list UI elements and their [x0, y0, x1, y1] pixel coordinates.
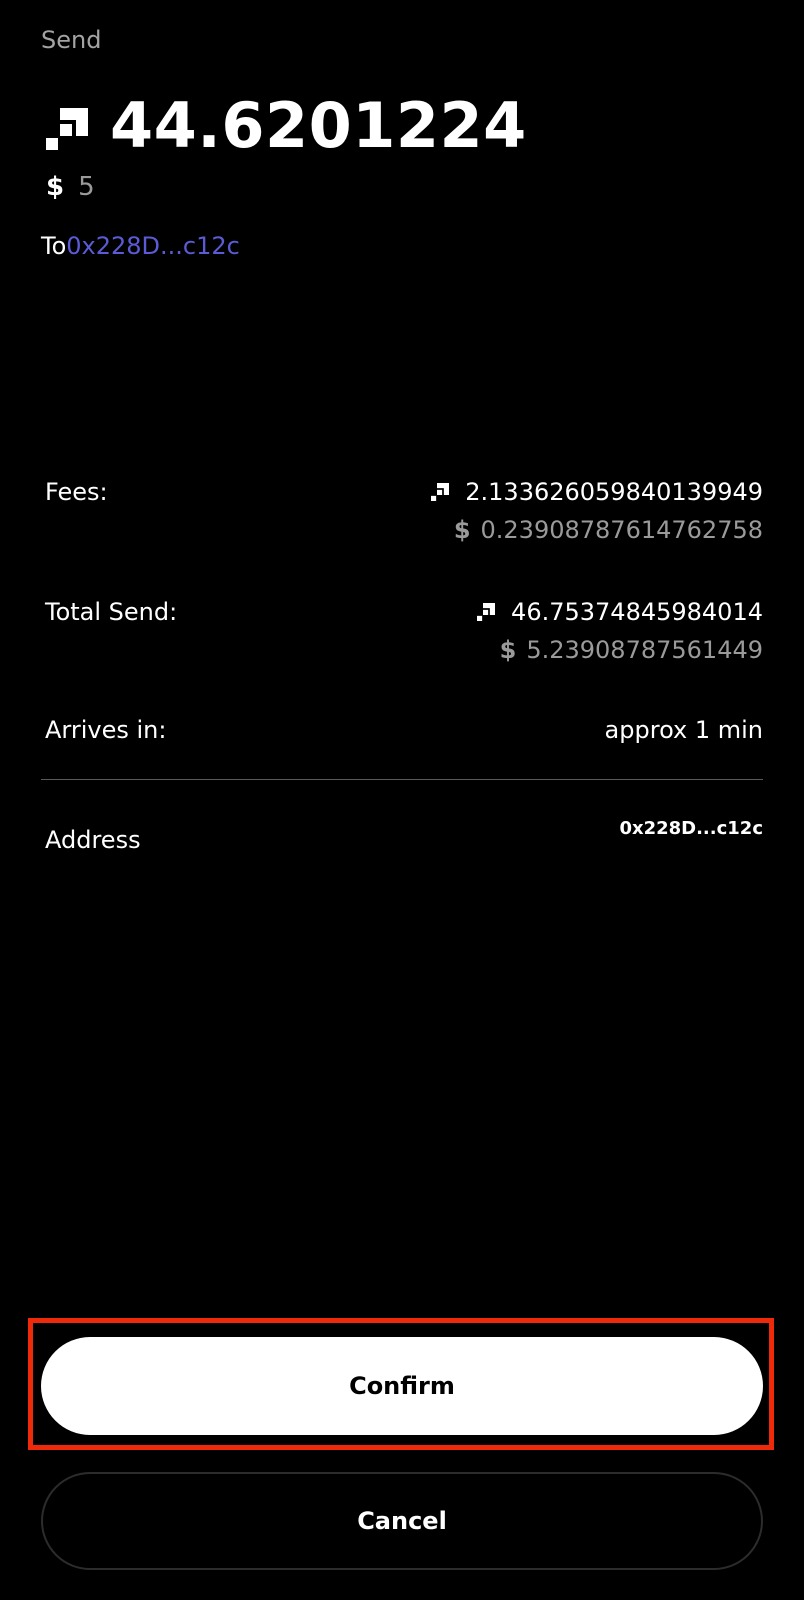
fees-token-line: 2.133626059840139949: [431, 473, 763, 511]
total-send-fiat-value: 5.23908787561449: [526, 636, 763, 664]
arrives-in-values: approx 1 min: [605, 711, 763, 749]
fees-label: Fees:: [45, 478, 108, 506]
recipient-row: To 0x228D...c12c: [41, 230, 240, 262]
dollar-icon: $: [46, 172, 65, 202]
fees-fiat-line: $ 0.23908787614762758: [431, 511, 763, 549]
fiat-value: 5: [78, 172, 95, 202]
arrives-in-label: Arrives in:: [45, 716, 167, 744]
token-arrow-icon: [431, 483, 450, 501]
recipient-address-link[interactable]: 0x228D...c12c: [66, 230, 240, 262]
cancel-button[interactable]: Cancel: [41, 1472, 763, 1570]
total-send-fiat-line: $ 5.23908787561449: [477, 631, 763, 669]
total-send-label: Total Send:: [45, 598, 178, 626]
fees-values: 2.133626059840139949 $ 0.239087876147627…: [431, 473, 763, 549]
address-label: Address: [45, 826, 141, 854]
fiat-amount: $ 5: [46, 170, 95, 204]
fees-token-value: 2.133626059840139949: [465, 478, 763, 506]
confirm-button[interactable]: Confirm: [41, 1337, 763, 1435]
total-send-token-line: 46.75374845984014: [477, 593, 763, 631]
amount-value: 44.6201224: [110, 89, 527, 162]
page-title: Send: [41, 26, 102, 54]
fees-fiat-value: 0.23908787614762758: [480, 516, 763, 544]
arrives-in-value: approx 1 min: [604, 716, 763, 744]
dollar-icon: $: [499, 636, 517, 664]
address-value: 0x228D...c12c: [619, 818, 763, 839]
dollar-icon: $: [453, 516, 471, 544]
total-send-values: 46.75374845984014 $ 5.23908787561449: [477, 593, 763, 669]
token-arrow-icon: [477, 603, 496, 621]
divider: [41, 779, 763, 780]
total-send-token-value: 46.75374845984014: [511, 598, 763, 626]
token-arrow-icon: [46, 108, 88, 150]
send-amount: 44.6201224: [46, 88, 527, 164]
recipient-label: To: [41, 232, 67, 260]
